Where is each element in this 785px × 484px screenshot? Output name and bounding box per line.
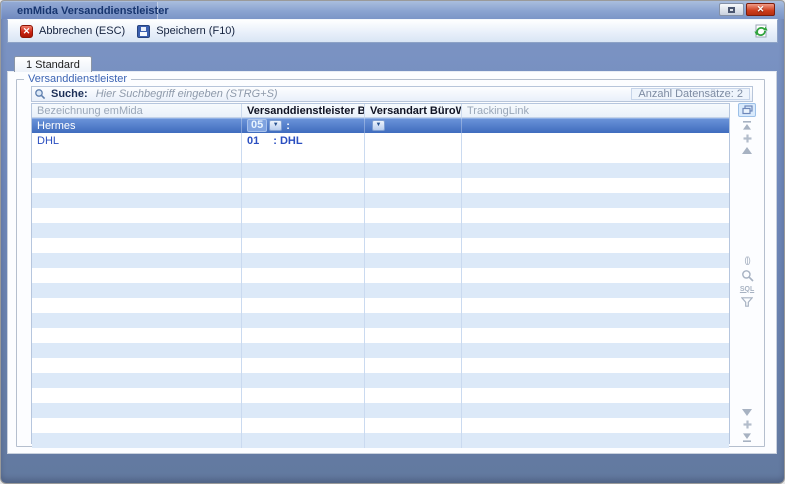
cell-code: 01	[247, 135, 259, 147]
filter-button[interactable]	[741, 297, 753, 307]
dropdown-button[interactable]: ▼	[269, 120, 282, 131]
scroll-last-button[interactable]	[742, 433, 752, 442]
table-row-empty[interactable]	[32, 223, 729, 238]
plus-down-icon	[743, 420, 752, 429]
table-row-empty[interactable]	[32, 268, 729, 283]
save-label: Speichern (F10)	[156, 25, 235, 37]
cancel-button[interactable]: ✕ Abbrechen (ESC)	[14, 23, 131, 40]
table-row-empty[interactable]	[32, 283, 729, 298]
close-button[interactable]: ✕	[746, 3, 775, 16]
table-row-empty[interactable]	[32, 253, 729, 268]
tab-standard[interactable]: 1 Standard	[14, 56, 92, 72]
column-header-trackinglink[interactable]: TrackingLink	[462, 104, 729, 117]
toolbar: ✕ Abbrechen (ESC) Speichern (F10)	[7, 19, 778, 43]
cancel-icon: ✕	[20, 25, 33, 38]
copy-icon	[742, 105, 753, 115]
titlebar: emMida Versanddienstleister ✕	[1, 1, 784, 19]
table-row-empty[interactable]	[32, 388, 729, 403]
dropdown-button[interactable]: ▼	[372, 120, 385, 131]
scroll-page-down-button[interactable]	[743, 420, 752, 429]
search-input[interactable]: Hier Suchbegriff eingeben (STRG+S)	[96, 88, 632, 100]
search-label: Suche:	[51, 88, 88, 100]
cell-code-suffix: :	[286, 120, 290, 132]
table-row-empty[interactable]	[32, 403, 729, 418]
scroll-down-button[interactable]	[742, 409, 752, 416]
table-row-empty[interactable]	[32, 433, 729, 448]
table-row-empty[interactable]	[32, 313, 729, 328]
column-header-versandart[interactable]: Versandart BüroWARE	[365, 104, 462, 117]
scroll-up-button[interactable]	[742, 147, 752, 154]
grid-area: Bezeichnung emMida Versanddienstleister …	[31, 103, 760, 444]
sql-button[interactable]: SQL	[740, 286, 754, 293]
table-row-empty[interactable]	[32, 358, 729, 373]
window-title: emMida Versanddienstleister	[17, 5, 169, 17]
table-row-empty[interactable]	[32, 373, 729, 388]
app-window: emMida Versanddienstleister ✕ ✕ Abbreche…	[0, 0, 785, 484]
cancel-label: Abbrechen (ESC)	[39, 25, 125, 37]
versanddienstleister-groupbox: Versanddienstleister Suche: Hier Suchbeg…	[16, 79, 765, 447]
scroll-to-top-icon	[742, 121, 752, 130]
grid-search-button[interactable]	[741, 269, 754, 282]
window-controls: ✕	[719, 3, 775, 16]
scroll-page-up-button[interactable]	[743, 134, 752, 143]
column-filter-button[interactable]: (|)	[744, 255, 749, 265]
cell-bezeichnung: Hermes	[37, 120, 76, 132]
table-row-empty[interactable]	[32, 343, 729, 358]
plus-up-icon	[743, 134, 752, 143]
maximize-button[interactable]	[719, 3, 744, 16]
filter-funnel-icon	[741, 297, 753, 307]
save-icon	[137, 25, 150, 38]
data-table: Bezeichnung emMida Versanddienstleister …	[31, 103, 730, 444]
refresh-button[interactable]	[751, 22, 771, 40]
table-body: Hermes05▼:▼DHL01: DHL	[32, 118, 729, 448]
groupbox-label: Versanddienstleister	[24, 73, 131, 85]
content-panel: Versanddienstleister Suche: Hier Suchbeg…	[7, 71, 777, 454]
triangle-up-icon	[742, 147, 752, 154]
table-row-empty[interactable]	[32, 328, 729, 343]
maximize-icon	[728, 7, 735, 13]
save-button[interactable]: Speichern (F10)	[131, 23, 241, 40]
column-header-versanddienstleister[interactable]: Versanddienstleister BüroWARE	[242, 104, 365, 117]
record-count: Anzahl Datensätze: 2	[631, 88, 750, 100]
table-row-empty[interactable]	[32, 418, 729, 433]
table-row[interactable]: Hermes05▼:▼	[32, 118, 729, 133]
scroll-to-bottom-icon	[742, 433, 752, 442]
refresh-icon	[753, 23, 769, 39]
table-row-empty[interactable]	[32, 208, 729, 223]
table-row-empty[interactable]	[32, 238, 729, 253]
cell-bezeichnung: DHL	[37, 135, 59, 147]
titlebar-segment: emMida Versanddienstleister	[2, 2, 158, 19]
table-row-empty[interactable]	[32, 193, 729, 208]
search-bar[interactable]: Suche: Hier Suchbegriff eingeben (STRG+S…	[31, 86, 753, 102]
table-row-empty[interactable]	[32, 298, 729, 313]
side-toolbar: (|) SQL	[730, 103, 760, 444]
scroll-first-button[interactable]	[742, 121, 752, 130]
search-icon	[34, 88, 46, 100]
cell-code-suffix: : DHL	[273, 135, 302, 147]
triangle-down-icon	[742, 409, 752, 416]
magnifier-icon	[741, 269, 754, 282]
table-row-empty[interactable]	[32, 148, 729, 163]
column-chooser-button[interactable]	[738, 103, 756, 117]
cell-code: 05	[247, 119, 267, 132]
table-row[interactable]: DHL 01 : DHL	[32, 133, 729, 148]
column-header-bezeichnung[interactable]: Bezeichnung emMida	[32, 104, 242, 117]
table-row-empty[interactable]	[32, 178, 729, 193]
table-header: Bezeichnung emMida Versanddienstleister …	[32, 104, 729, 118]
table-row-empty[interactable]	[32, 163, 729, 178]
